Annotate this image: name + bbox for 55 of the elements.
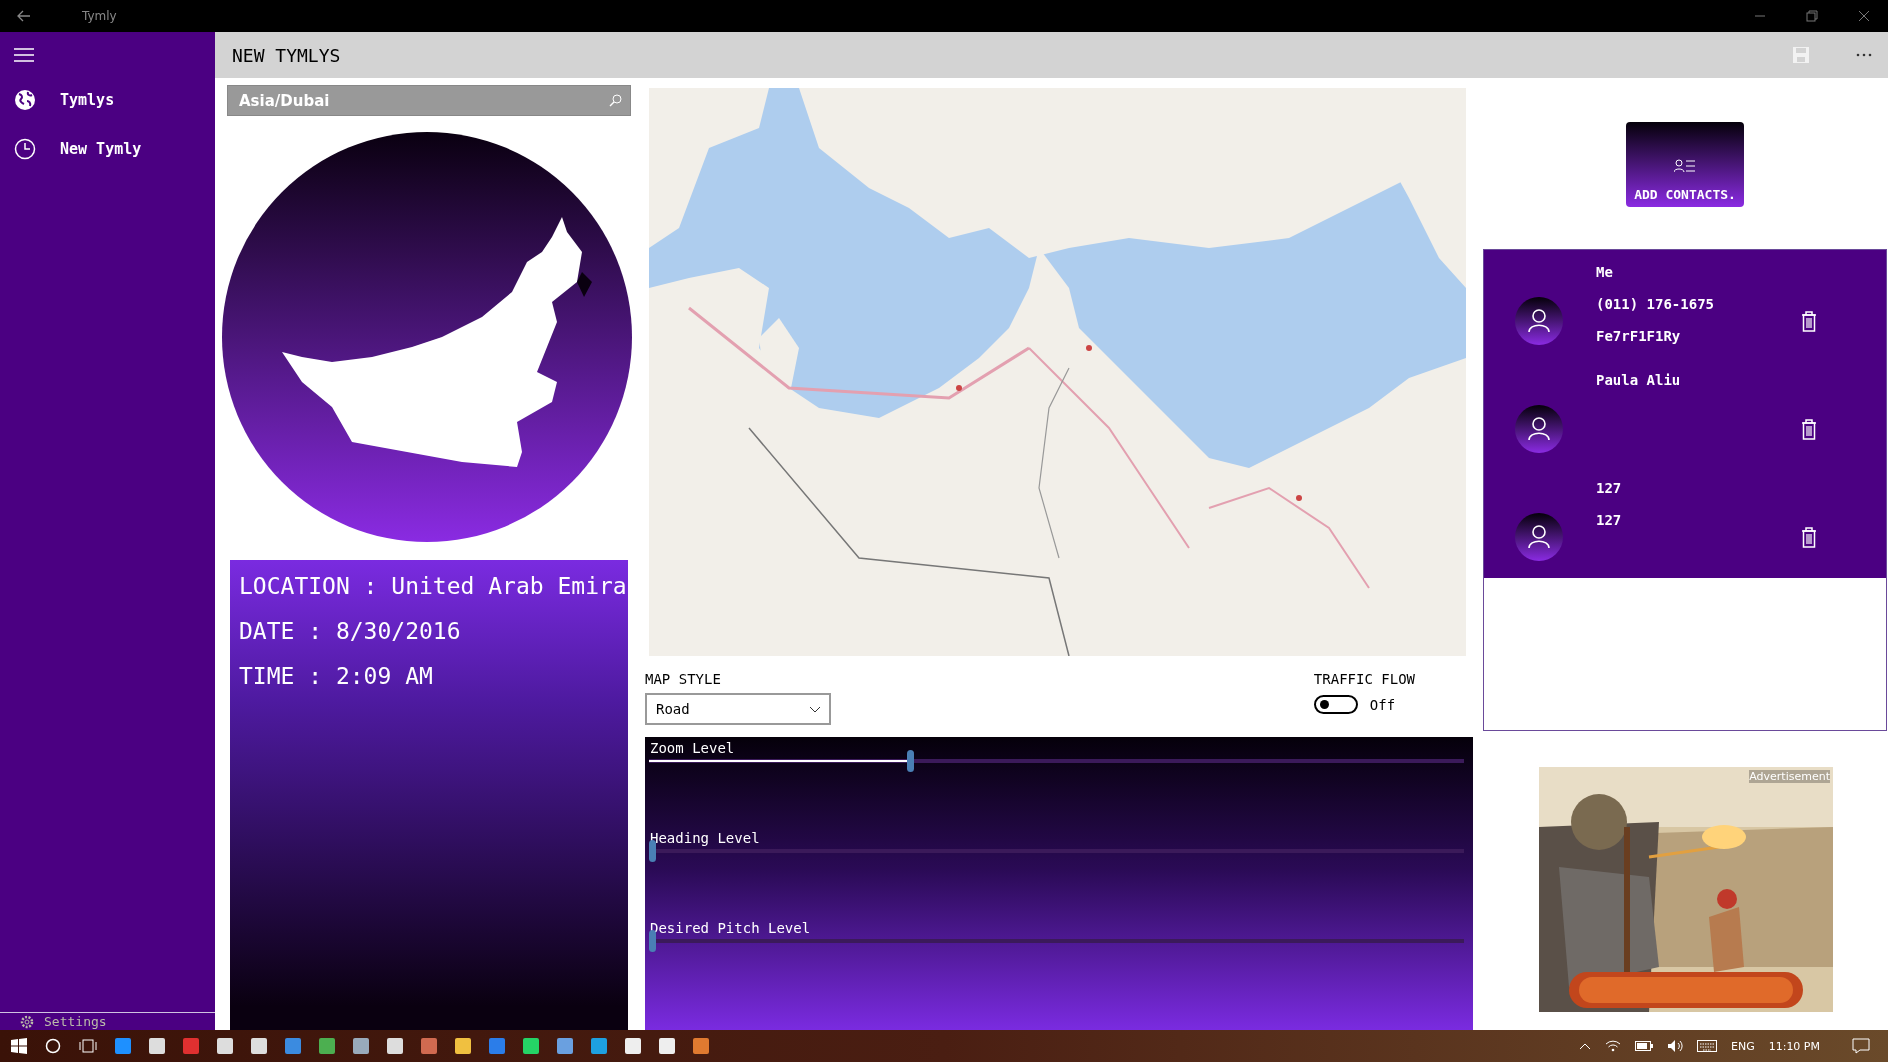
- slider-label: Zoom Level: [649, 740, 736, 756]
- globe-icon: [14, 88, 36, 111]
- info-text: LOCATION : United Arab Emira: [239, 572, 628, 601]
- battery-icon[interactable]: [1634, 1041, 1653, 1051]
- speaker-icon[interactable]: [1666, 1039, 1683, 1053]
- chevron-down-icon: [809, 705, 821, 713]
- menu-icon[interactable]: [14, 47, 34, 63]
- back-icon[interactable]: [16, 8, 32, 24]
- delete-button[interactable]: [1801, 310, 1817, 332]
- chevron-up-icon[interactable]: [1578, 1042, 1591, 1050]
- wifi-icon[interactable]: [1604, 1040, 1621, 1052]
- nav-item[interactable]: New Tymly: [0, 124, 148, 173]
- keyboard-icon[interactable]: [1696, 1040, 1717, 1052]
- restore-icon[interactable]: [1806, 10, 1818, 22]
- slider-label: Desired Pitch Level: [649, 920, 812, 936]
- toggle-switch[interactable]: [1313, 695, 1358, 714]
- field-label: TRAFFIC FLOW: [1313, 671, 1415, 687]
- contact-text: (011) 176-1675: [1596, 295, 1715, 314]
- person-icon: [1528, 525, 1550, 549]
- delete-button[interactable]: [1801, 418, 1817, 440]
- slider-thumb[interactable]: [906, 750, 914, 772]
- nav-item[interactable]: Tymlys: [0, 75, 121, 124]
- close-icon[interactable]: [1858, 10, 1870, 22]
- contact-text: 127: [1596, 511, 1623, 530]
- windows-logo-icon[interactable]: [11, 1038, 27, 1054]
- clock-time[interactable]: 11:10 PM: [1768, 1039, 1820, 1053]
- trash-icon: [1801, 418, 1817, 440]
- settings-link[interactable]: Settings: [44, 1014, 107, 1029]
- delete-button[interactable]: [1801, 526, 1817, 548]
- notification-icon[interactable]: [1852, 1038, 1870, 1054]
- task-view-icon[interactable]: [79, 1039, 97, 1053]
- trash-icon: [1801, 526, 1817, 548]
- contact-list-icon: [1674, 159, 1696, 173]
- contact-text: Paula Aliu: [1596, 371, 1682, 390]
- info-text: DATE : 8/30/2016: [239, 617, 462, 646]
- contact-text: Me: [1596, 263, 1614, 282]
- gear-icon[interactable]: [20, 1014, 34, 1029]
- field-label: MAP STYLE: [645, 671, 722, 687]
- slider-label: Heading Level: [649, 830, 761, 846]
- add-contacts-button[interactable]: ADD CONTACTS.: [1626, 122, 1744, 207]
- info-text: TIME : 2:09 AM: [239, 662, 434, 691]
- person-icon: [1528, 417, 1550, 441]
- person-icon: [1528, 309, 1550, 333]
- ad-label: Advertisement: [1749, 770, 1830, 783]
- search-icon[interactable]: [45, 1038, 61, 1054]
- map-style-dropdown[interactable]: Road: [645, 693, 831, 725]
- toggle-state: Off: [1369, 696, 1396, 713]
- trash-icon: [1801, 310, 1817, 332]
- clock-icon: [14, 137, 36, 160]
- page-title: NEW TYMLYS: [232, 44, 341, 66]
- language-indicator[interactable]: ENG: [1730, 1039, 1755, 1053]
- contact-text: 127: [1596, 479, 1623, 498]
- more-icon[interactable]: [1856, 53, 1872, 57]
- contact-text: Fe7rF1F1Ry: [1596, 327, 1682, 346]
- window-title: Tymly: [82, 9, 117, 23]
